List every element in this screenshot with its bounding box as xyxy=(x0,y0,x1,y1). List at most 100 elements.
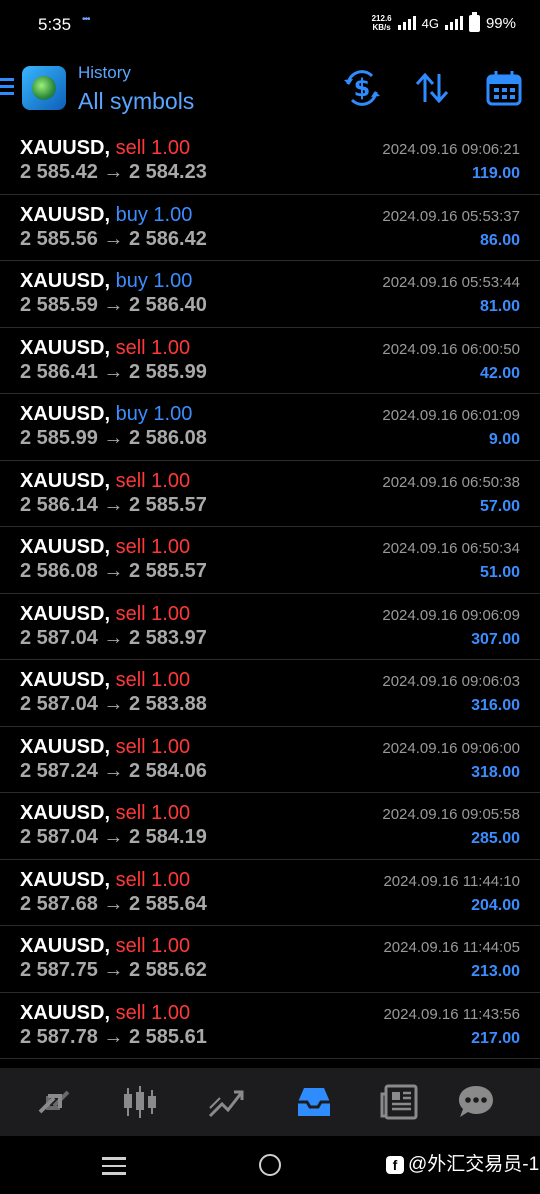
trade-row[interactable]: XAUUSD, sell 1.00 2 587.75 → 2 585.62 2024… xyxy=(0,926,540,993)
price-arrow-icon: → xyxy=(103,826,124,848)
price-arrow-icon: → xyxy=(103,560,124,582)
trade-prices: 2 586.41 → 2 585.99 xyxy=(20,361,207,384)
trade-row[interactable]: XAUUSD, sell 1.00 2 587.68 → 2 585.64 2024… xyxy=(0,860,540,926)
trade-side: sell xyxy=(115,536,146,558)
trade-row[interactable]: XAUUSD, sell 1.00 2 587.04 → 2 584.19 2024… xyxy=(0,793,540,860)
battery-icon xyxy=(468,11,480,32)
trade-side: sell xyxy=(115,469,146,492)
open-price: 2 587.68 xyxy=(20,892,98,915)
price-arrow-icon: → xyxy=(103,959,124,981)
trade-symbol-line: XAUUSD, sell 1.00 xyxy=(20,603,190,626)
trade-profit: 51.00 xyxy=(479,564,520,581)
price-arrow-icon: → xyxy=(103,493,124,516)
menu-icon[interactable] xyxy=(0,78,14,99)
history-icon[interactable] xyxy=(294,1082,334,1122)
open-price: 2 585.42 xyxy=(20,161,98,183)
trade-symbol-line: XAUUSD, sell 1.00 xyxy=(20,1002,190,1025)
trade-row[interactable]: XAUUSD, buy 1.00 2 585.59 → 2 586.40 2024.… xyxy=(0,261,540,328)
app-logo xyxy=(22,66,66,110)
trade-symbol: XAUUSD, xyxy=(20,935,111,957)
price-arrow-icon: → xyxy=(103,693,124,715)
trade-row[interactable]: XAUUSD, sell 1.00 2 586.08 → 2 585.57 2024… xyxy=(0,527,540,594)
trade-prices: 2 587.04 → 2 583.97 xyxy=(20,627,207,650)
bottom-toolbar xyxy=(0,1068,540,1136)
open-price: 2 587.04 xyxy=(20,626,98,649)
header-subtitle: History xyxy=(78,63,131,82)
chart-icon[interactable] xyxy=(120,1082,160,1122)
trade-time: 2024.09.16 09:06:21 xyxy=(382,141,520,158)
trade-volume: 1.00 xyxy=(151,602,191,625)
trade-volume: 1.00 xyxy=(153,203,193,226)
trade-volume: 1.00 xyxy=(151,137,191,159)
recents-button[interactable] xyxy=(102,1157,126,1180)
trade-row[interactable]: XAUUSD, sell 1.00 2 585.42 → 2 584.23 2024… xyxy=(0,128,540,195)
open-price: 2 587.78 xyxy=(20,1025,98,1048)
close-price: 2 584.06 xyxy=(128,759,207,782)
trade-prices: 2 587.78 → 2 585.61 xyxy=(20,1026,207,1049)
trade-side: buy xyxy=(115,270,148,292)
trade-side: sell xyxy=(115,336,146,359)
status-right: 212.6 KB/s 4G 99% xyxy=(372,11,516,32)
trade-volume: 1.00 xyxy=(151,336,191,359)
trade-profit: 318.00 xyxy=(471,763,520,781)
trade-volume: 1.00 xyxy=(151,868,191,891)
trade-time: 2024.09.16 05:53:37 xyxy=(382,207,520,225)
close-price: 2 585.57 xyxy=(128,560,207,582)
price-arrow-icon: → xyxy=(103,360,124,383)
open-price: 2 587.04 xyxy=(20,693,98,715)
watermark-text: @外汇交易员-1 xyxy=(408,1154,540,1175)
network-speed-unit: KB/s xyxy=(372,23,391,32)
open-price: 2 586.08 xyxy=(20,560,98,582)
trade-row[interactable]: XAUUSD, sell 1.00 2 587.78 → 2 585.61 2024… xyxy=(0,993,540,1059)
price-arrow-icon: → xyxy=(103,294,124,316)
trade-prices: 2 587.75 → 2 585.62 xyxy=(20,959,207,982)
trade-symbol: XAUUSD, xyxy=(20,469,111,492)
open-price: 2 585.59 xyxy=(20,294,98,316)
open-price: 2 585.56 xyxy=(20,227,98,250)
calendar-icon[interactable] xyxy=(484,68,524,108)
trade-symbol: XAUUSD, xyxy=(20,868,111,891)
trade-row[interactable]: XAUUSD, sell 1.00 2 586.41 → 2 585.99 2024… xyxy=(0,328,540,394)
trade-row[interactable]: XAUUSD, sell 1.00 2 587.04 → 2 583.97 2024… xyxy=(0,594,540,660)
symbol-selector[interactable]: All symbols xyxy=(78,88,194,115)
trade-symbol: XAUUSD, xyxy=(20,336,111,359)
trade-icon[interactable] xyxy=(206,1082,246,1122)
trade-symbol-line: XAUUSD, sell 1.00 xyxy=(20,337,190,360)
trade-volume: 1.00 xyxy=(151,469,191,492)
close-price: 2 586.42 xyxy=(128,227,207,250)
trade-side: sell xyxy=(115,1001,146,1024)
trade-row[interactable]: XAUUSD, sell 1.00 2 587.04 → 2 583.88 2024… xyxy=(0,660,540,727)
trade-row[interactable]: XAUUSD, sell 1.00 2 586.14 → 2 585.57 2024… xyxy=(0,461,540,527)
trade-side: sell xyxy=(115,735,146,758)
trade-profit: 119.00 xyxy=(471,165,520,182)
trade-row[interactable]: XAUUSD, buy 1.00 2 585.56 → 2 586.42 2024.… xyxy=(0,195,540,261)
trade-time: 2024.09.16 09:05:58 xyxy=(382,806,520,823)
trade-symbol-line: XAUUSD, buy 1.00 xyxy=(20,270,192,293)
price-arrow-icon: → xyxy=(103,892,124,915)
home-button[interactable] xyxy=(259,1154,281,1176)
trade-symbol-line: XAUUSD, sell 1.00 xyxy=(20,736,190,759)
trade-volume: 1.00 xyxy=(151,1001,191,1024)
news-icon[interactable] xyxy=(380,1082,420,1122)
trade-prices: 2 585.59 → 2 586.40 xyxy=(20,294,207,317)
trade-time: 2024.09.16 11:44:05 xyxy=(383,939,520,956)
trade-symbol: XAUUSD, xyxy=(20,669,111,691)
trade-side: buy xyxy=(115,403,148,425)
trade-row[interactable]: XAUUSD, sell 1.00 2 587.24 → 2 584.06 2024… xyxy=(0,727,540,793)
trade-time: 2024.09.16 05:53:44 xyxy=(382,274,520,291)
quotes-icon[interactable] xyxy=(34,1082,74,1122)
cell-signal-icon xyxy=(444,16,463,30)
trade-profit: 307.00 xyxy=(471,630,520,648)
trade-profit: 316.00 xyxy=(471,697,520,714)
chat-icon[interactable] xyxy=(456,1082,496,1122)
sort-icon[interactable] xyxy=(412,68,452,108)
trade-row[interactable]: XAUUSD, buy 1.00 2 585.99 → 2 586.08 2024.… xyxy=(0,394,540,461)
trade-symbol-line: XAUUSD, sell 1.00 xyxy=(20,536,190,559)
close-price: 2 583.88 xyxy=(128,693,207,715)
trade-prices: 2 587.24 → 2 584.06 xyxy=(20,760,207,783)
trade-side: sell xyxy=(115,137,146,159)
deposit-withdraw-icon[interactable]: $ xyxy=(342,68,382,108)
trade-prices: 2 586.08 → 2 585.57 xyxy=(20,560,207,583)
open-price: 2 586.14 xyxy=(20,493,98,516)
trade-profit: 285.00 xyxy=(471,830,520,847)
